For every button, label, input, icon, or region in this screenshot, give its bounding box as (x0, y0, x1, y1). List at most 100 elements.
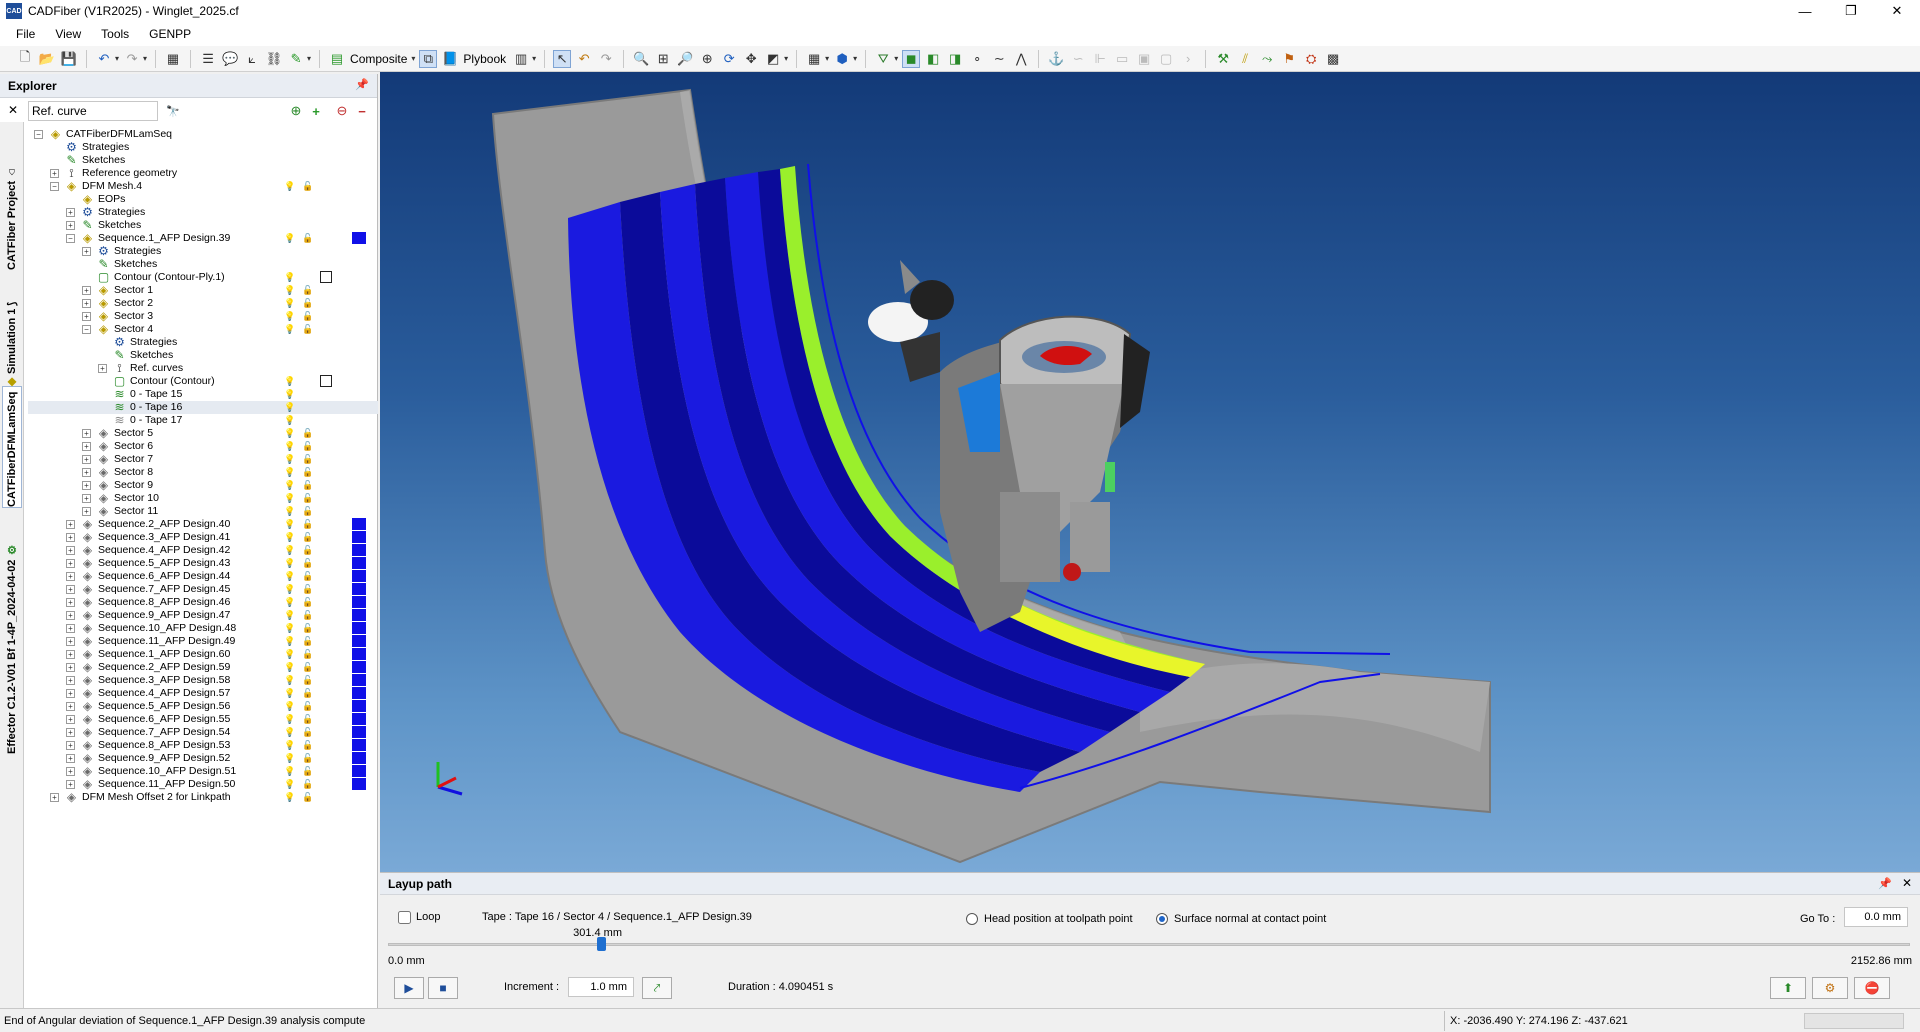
tree-item[interactable]: + ◈ Sector 9 💡 🔓 (28, 479, 378, 492)
tree-item[interactable]: + ◈ Sequence.9_AFP Design.52 💡 🔓 (28, 752, 378, 765)
tree-item[interactable]: ✎ Sketches (28, 154, 378, 167)
pan-icon[interactable]: ✥ (742, 50, 760, 68)
surface-normal-radio[interactable] (1156, 913, 1168, 925)
tree-item[interactable]: + ◈ Sector 7 💡 🔓 (28, 453, 378, 466)
visibility-bulb-icon[interactable]: 💡 (284, 557, 295, 570)
lock-icon[interactable]: 🔓 (302, 518, 313, 531)
visibility-bulb-icon[interactable]: 💡 (284, 297, 295, 310)
show-solid-icon[interactable]: ◼ (902, 49, 921, 68)
expand-toggle-icon[interactable]: + (66, 689, 75, 698)
curve-icon[interactable]: ∼ (990, 50, 1008, 68)
visibility-bulb-icon[interactable]: 💡 (284, 232, 295, 245)
visibility-bulb-icon[interactable]: 💡 (284, 752, 295, 765)
color-swatch[interactable] (352, 544, 366, 556)
expand-toggle-icon[interactable]: + (66, 650, 75, 659)
visibility-bulb-icon[interactable]: 💡 (284, 544, 295, 557)
tree-item[interactable]: + ⚙ Strategies (28, 245, 378, 258)
expand-toggle-icon[interactable]: + (82, 494, 91, 503)
show-points-icon[interactable]: ◨ (946, 50, 964, 68)
stop-button[interactable]: ■ (428, 977, 458, 999)
visibility-bulb-icon[interactable]: 💡 (284, 310, 295, 323)
lock-icon[interactable]: 🔓 (302, 778, 313, 791)
color-swatch[interactable] (352, 622, 366, 634)
comment-icon[interactable]: 💬 (221, 50, 239, 68)
tree-item[interactable]: ◈ EOPs (28, 193, 378, 206)
expand-toggle-icon[interactable]: + (82, 507, 91, 516)
plybook-button[interactable]: Plybook (463, 52, 506, 66)
tree-item[interactable]: + ◈ Sector 6 💡 🔓 (28, 440, 378, 453)
tree-item[interactable]: + ◈ DFM Mesh Offset 2 for Linkpath 💡 🔓 (28, 791, 378, 804)
close-explorer-icon[interactable]: ✕ (8, 103, 18, 117)
visibility-bulb-icon[interactable]: 💡 (284, 453, 295, 466)
lock-icon[interactable]: 🔓 (302, 297, 313, 310)
expand-toggle-icon[interactable]: + (66, 676, 75, 685)
new-file-icon[interactable]: 🗋 (16, 49, 34, 68)
disabled-tool-icon[interactable]: ▭ (1113, 50, 1131, 68)
delete-item-icon[interactable]: ⊖ (334, 103, 350, 119)
lock-icon[interactable]: 🔓 (302, 648, 313, 661)
redo-dropdown-icon[interactable]: ▾ (143, 54, 147, 63)
tree-item[interactable]: + ◈ Sector 1 💡 🔓 (28, 284, 378, 297)
lock-icon[interactable]: 🔓 (302, 570, 313, 583)
visibility-bulb-icon[interactable]: 💡 (284, 609, 295, 622)
fit-all-icon[interactable]: ◩ (764, 50, 782, 68)
lock-icon[interactable]: 🔓 (302, 726, 313, 739)
rotate-forward-icon[interactable]: ↷ (597, 50, 615, 68)
visibility-bulb-icon[interactable]: 💡 (284, 440, 295, 453)
color-swatch[interactable] (352, 570, 366, 582)
tree-item[interactable]: + ◈ Sequence.11_AFP Design.49 💡 🔓 (28, 635, 378, 648)
tree-item[interactable]: + ◈ Sequence.4_AFP Design.42 💡 🔓 (28, 544, 378, 557)
plybook-icon[interactable]: 📘 (441, 50, 459, 68)
lock-icon[interactable]: 🔓 (302, 310, 313, 323)
visibility-bulb-icon[interactable]: 💡 (284, 778, 295, 791)
color-swatch[interactable] (352, 596, 366, 608)
menu-genpp[interactable]: GENPP (139, 22, 201, 46)
expand-toggle-icon[interactable]: + (66, 767, 75, 776)
expand-toggle-icon[interactable]: + (66, 533, 75, 542)
tree-item[interactable]: + ◈ Sector 10 💡 🔓 (28, 492, 378, 505)
redo-icon[interactable]: ↷ (123, 50, 141, 68)
tree-item[interactable]: + ⟟ Reference geometry (28, 167, 378, 180)
tree-item[interactable]: ✎ Sketches (28, 349, 378, 362)
color-swatch[interactable] (352, 765, 366, 777)
select-arrow-icon[interactable]: ↖ (553, 49, 572, 68)
lock-icon[interactable]: 🔓 (302, 232, 313, 245)
expand-toggle-icon[interactable]: + (50, 793, 59, 802)
tree-item[interactable]: ⚙ Strategies (28, 336, 378, 349)
tree-item[interactable]: + ◈ Sequence.6_AFP Design.44 💡 🔓 (28, 570, 378, 583)
lock-icon[interactable]: 🔓 (302, 609, 313, 622)
visibility-bulb-icon[interactable]: 💡 (284, 479, 295, 492)
lock-icon[interactable]: 🔓 (302, 700, 313, 713)
expand-toggle-icon[interactable]: + (82, 312, 91, 321)
tree-item[interactable]: + ◈ Sequence.2_AFP Design.59 💡 🔓 (28, 661, 378, 674)
rotate-back-icon[interactable]: ↶ (575, 50, 593, 68)
lock-icon[interactable]: 🔓 (302, 752, 313, 765)
collapse-toggle-icon[interactable]: − (50, 182, 59, 191)
composite-icon[interactable]: ▤ (328, 50, 346, 68)
composite-button[interactable]: Composite (350, 52, 407, 66)
visibility-bulb-icon[interactable]: 💡 (284, 583, 295, 596)
visibility-bulb-icon[interactable]: 💡 (284, 180, 295, 193)
tree-item[interactable]: ≋ 0 - Tape 15 💡 (28, 388, 378, 401)
visibility-bulb-icon[interactable]: 💡 (284, 271, 295, 284)
tree-item[interactable]: + ◈ Sequence.5_AFP Design.56 💡 🔓 (28, 700, 378, 713)
lock-icon[interactable]: 🔓 (302, 284, 313, 297)
expand-toggle-icon[interactable]: + (66, 208, 75, 217)
disabled-tool-icon[interactable]: ⊩ (1091, 50, 1109, 68)
expand-toggle-icon[interactable]: + (66, 728, 75, 737)
visibility-bulb-icon[interactable]: 💡 (284, 427, 295, 440)
color-swatch[interactable] (352, 518, 366, 530)
lock-icon[interactable]: 🔓 (302, 713, 313, 726)
expand-toggle-icon[interactable]: + (66, 741, 75, 750)
visibility-bulb-icon[interactable]: 💡 (284, 323, 295, 336)
explorer-search-input[interactable] (28, 101, 158, 121)
tree-item[interactable]: ⚙ Strategies (28, 141, 378, 154)
export-tool-icon[interactable]: ▩ (1324, 50, 1342, 68)
color-swatch[interactable] (352, 635, 366, 647)
lock-icon[interactable]: 🔓 (302, 635, 313, 648)
lock-icon[interactable]: 🔓 (302, 479, 313, 492)
loop-checkbox[interactable] (398, 911, 411, 924)
lock-icon[interactable]: 🔓 (302, 466, 313, 479)
visibility-bulb-icon[interactable]: 💡 (284, 765, 295, 778)
expand-toggle-icon[interactable]: + (66, 715, 75, 724)
